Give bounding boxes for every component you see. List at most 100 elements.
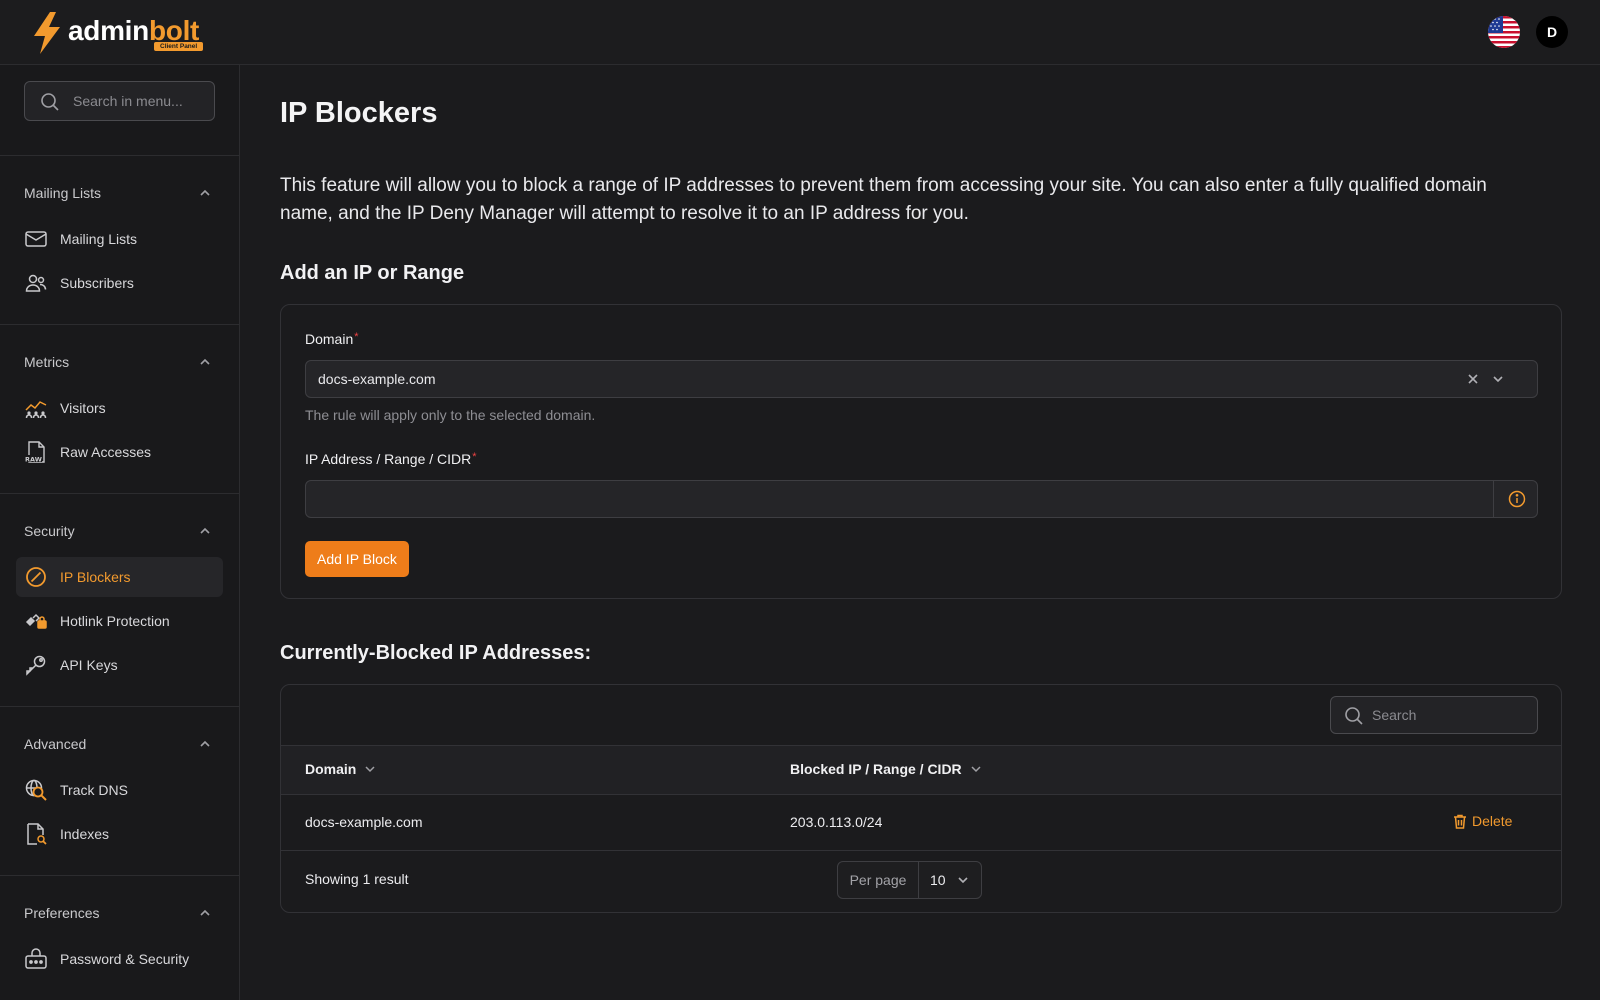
blocked-ip-table-card: Search Domain Blocked IP / Range / CIDR …	[280, 684, 1562, 913]
domain-label: Domain*	[305, 331, 359, 347]
sidebar-item-label: API Keys	[60, 657, 118, 673]
brand-wordmark: adminbolt	[68, 17, 199, 45]
chevron-up-icon[interactable]	[198, 186, 212, 200]
ban-icon	[26, 567, 46, 587]
envelope-icon	[25, 231, 47, 247]
add-ip-form-card: Domain* docs-example.com The rule will a…	[280, 304, 1562, 599]
results-count: Showing 1 result	[305, 871, 409, 887]
per-page-value: 10	[930, 872, 946, 888]
column-header-blocked-ip[interactable]: Blocked IP / Range / CIDR	[790, 761, 982, 777]
sidebar-item-mailing-lists[interactable]: Mailing Lists	[16, 219, 223, 259]
sidebar-divider	[0, 706, 239, 707]
clear-icon[interactable]	[1466, 372, 1480, 386]
sidebar-item-ip-blockers[interactable]: IP Blockers	[16, 557, 223, 597]
brand-badge: Client Panel	[154, 42, 204, 51]
column-header-label: Blocked IP / Range / CIDR	[790, 761, 962, 777]
column-header-label: Domain	[305, 761, 357, 777]
sidebar-item-label: Visitors	[60, 400, 106, 416]
domain-hint: The rule will apply only to the selected…	[305, 407, 596, 423]
delete-button[interactable]: Delete	[1453, 813, 1512, 829]
required-mark: *	[354, 331, 359, 343]
dns-search-icon	[25, 779, 47, 801]
group-title-security[interactable]: Security	[24, 523, 75, 539]
cell-domain: docs-example.com	[305, 814, 423, 830]
table-search-placeholder: Search	[1372, 707, 1417, 723]
domain-label-text: Domain	[305, 331, 354, 347]
sidebar-item-label: Hotlink Protection	[60, 613, 170, 629]
us-flag-icon[interactable]	[1488, 16, 1520, 48]
sidebar-item-label: Raw Accesses	[60, 444, 152, 460]
sidebar: Search in menu... Mailing Lists Mailing …	[0, 65, 240, 1000]
bolt-icon	[34, 12, 60, 54]
sidebar-item-hotlink-protection[interactable]: Hotlink Protection	[16, 601, 223, 641]
cell-blocked-ip: 203.0.113.0/24	[790, 814, 883, 830]
required-mark: *	[472, 451, 477, 463]
group-title-preferences[interactable]: Preferences	[24, 905, 99, 921]
trash-icon	[1454, 814, 1466, 829]
raw-file-icon: RAW	[25, 441, 45, 464]
group-title-metrics[interactable]: Metrics	[24, 354, 69, 370]
table-header: Domain Blocked IP / Range / CIDR	[281, 745, 1561, 795]
sidebar-item-label: Track DNS	[60, 782, 128, 798]
key-icon	[26, 655, 46, 676]
page-intro: This feature will allow you to block a r…	[280, 175, 1487, 224]
chevron-down-icon	[958, 877, 968, 884]
chain-lock-icon	[25, 613, 47, 629]
per-page-select[interactable]: Per page 10	[837, 861, 982, 899]
sidebar-divider	[0, 493, 239, 494]
sidebar-divider	[0, 155, 239, 156]
group-title-advanced[interactable]: Advanced	[24, 736, 86, 752]
input-addon-divider	[1493, 481, 1494, 517]
delete-label: Delete	[1472, 813, 1513, 829]
sidebar-search-placeholder: Search in menu...	[73, 93, 183, 109]
column-header-domain[interactable]: Domain	[305, 761, 376, 777]
sidebar-item-password-security[interactable]: Password & Security	[16, 939, 223, 979]
search-icon	[41, 93, 59, 111]
chevron-up-icon[interactable]	[198, 737, 212, 751]
per-page-label: Per page	[838, 862, 919, 898]
sidebar-item-label: Mailing Lists	[60, 231, 138, 247]
brand-logo[interactable]: adminbolt Client Panel	[30, 12, 204, 54]
sidebar-search-input[interactable]: Search in menu...	[24, 81, 215, 121]
sort-chevron-icon	[971, 766, 981, 773]
sidebar-item-label: Indexes	[60, 826, 110, 842]
table-search-input[interactable]: Search	[1330, 696, 1538, 734]
group-title-mailing-lists[interactable]: Mailing Lists	[24, 185, 101, 201]
password-lock-icon	[25, 948, 47, 969]
sidebar-item-track-dns[interactable]: Track DNS	[16, 770, 223, 810]
sidebar-item-label: Password & Security	[60, 951, 190, 967]
domain-select[interactable]: docs-example.com	[305, 360, 1538, 398]
info-icon[interactable]	[1508, 490, 1526, 508]
top-header: adminbolt Client Panel D	[0, 0, 1600, 65]
chevron-down-icon[interactable]	[1491, 372, 1505, 386]
user-avatar[interactable]: D	[1536, 16, 1568, 48]
sort-chevron-icon	[365, 766, 375, 773]
visitors-chart-icon	[25, 401, 47, 419]
ip-label-text: IP Address / Range / CIDR	[305, 451, 472, 467]
chevron-up-icon[interactable]	[198, 524, 212, 538]
chevron-up-icon[interactable]	[198, 906, 212, 920]
users-icon	[25, 274, 47, 292]
sidebar-item-label: Subscribers	[60, 275, 134, 291]
sidebar-item-subscribers[interactable]: Subscribers	[16, 263, 223, 303]
sidebar-item-indexes[interactable]: Indexes	[16, 814, 223, 854]
search-icon	[1345, 707, 1363, 725]
svg-text:RAW: RAW	[25, 456, 42, 464]
ip-label: IP Address / Range / CIDR*	[305, 451, 477, 467]
sidebar-item-raw-accesses[interactable]: RAW Raw Accesses	[16, 432, 223, 472]
table-row: docs-example.com 203.0.113.0/24 Delete	[281, 795, 1561, 851]
sidebar-divider	[0, 875, 239, 876]
brand-name-part1: admin	[68, 15, 149, 46]
page-title: IP Blockers	[280, 97, 438, 129]
list-section-title: Currently-Blocked IP Addresses:	[280, 642, 592, 664]
domain-select-value: docs-example.com	[318, 371, 436, 387]
sidebar-item-api-keys[interactable]: API Keys	[16, 645, 223, 685]
sidebar-item-label: IP Blockers	[60, 569, 131, 585]
add-ip-block-button[interactable]: Add IP Block	[305, 541, 409, 577]
file-search-icon	[27, 823, 47, 845]
ip-address-input[interactable]	[305, 480, 1538, 518]
sidebar-item-visitors[interactable]: Visitors	[16, 388, 223, 428]
add-section-title: Add an IP or Range	[280, 262, 465, 284]
chevron-up-icon[interactable]	[198, 355, 212, 369]
sidebar-divider	[0, 324, 239, 325]
